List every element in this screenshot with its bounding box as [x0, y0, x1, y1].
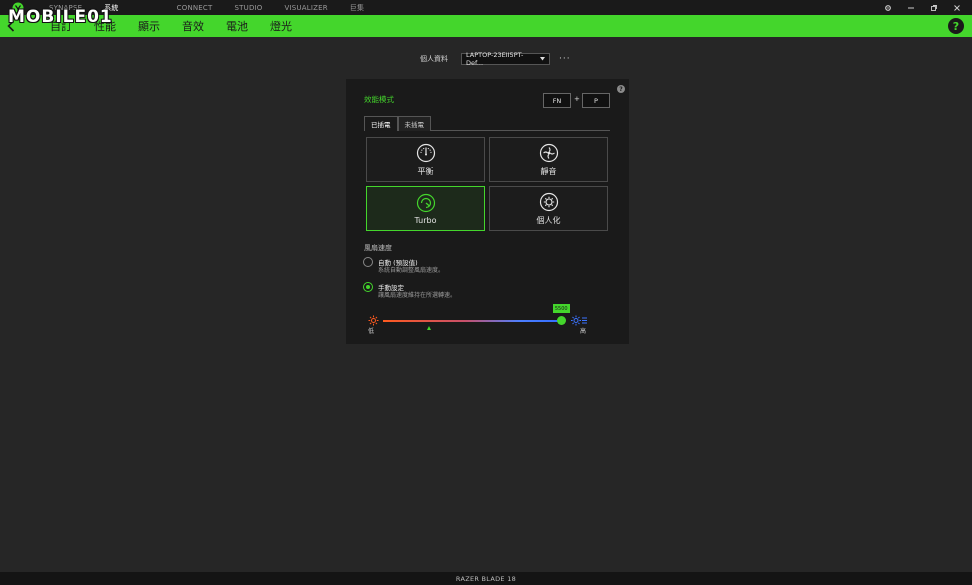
slider-marker-icon — [427, 326, 431, 330]
fan-icon — [539, 143, 558, 162]
sub-nav-bar: 自訂 性能 顯示 音效 電池 燈光 ? — [0, 15, 972, 37]
fan-speed-value: 5500 — [552, 304, 570, 313]
subnav-lighting[interactable]: 燈光 — [270, 18, 292, 34]
fan-fast-icon — [571, 315, 587, 326]
mode-custom[interactable]: 個人化 — [489, 186, 608, 231]
gauge-icon — [416, 143, 435, 162]
shortcut-key-p: P — [582, 93, 610, 108]
info-icon[interactable]: ? — [617, 85, 625, 93]
fan-manual-desc: 讓風扇速度維持在所選轉速。 — [378, 292, 457, 299]
profile-label: 個人資料 — [420, 54, 448, 63]
settings-gear-icon[interactable] — [883, 3, 893, 13]
profile-dropdown[interactable]: LAPTOP-23EII5PT-Def... — [461, 50, 550, 67]
mode-label: 靜音 — [540, 166, 557, 176]
close-icon[interactable] — [952, 3, 962, 13]
gear-icon — [539, 192, 558, 211]
window-controls — [870, 0, 962, 15]
device-name: RAZER BLADE 18 — [455, 574, 517, 583]
profile-row: 個人資料 LAPTOP-23EII5PT-Def... ··· — [420, 50, 571, 67]
mode-balanced[interactable]: 平衡 — [366, 137, 485, 182]
power-tabs: 已插電 未插電 — [364, 116, 610, 131]
chevron-down-icon — [540, 56, 545, 60]
fan-speed-title: 風扇速度 — [364, 244, 392, 252]
panel-title: 效能模式 — [364, 95, 394, 104]
shortcut-plus: + — [574, 95, 580, 103]
fan-low-label: 低 — [368, 328, 375, 335]
mode-label: 平衡 — [417, 166, 434, 176]
turbo-icon — [416, 193, 435, 212]
tab-plugged-in[interactable]: 已插電 — [364, 116, 398, 131]
topnav-macro[interactable]: 巨集 — [350, 3, 364, 13]
fan-speed-slider-track[interactable] — [383, 320, 565, 322]
fan-manual-radio[interactable] — [363, 282, 373, 292]
mode-silent[interactable]: 靜音 — [489, 137, 608, 182]
subnav-display[interactable]: 顯示 — [138, 18, 160, 34]
mode-label: 個人化 — [536, 215, 561, 225]
fan-slow-icon — [368, 315, 379, 326]
mode-turbo[interactable]: Turbo — [366, 186, 485, 231]
fan-auto-desc: 系統自動調整風扇速度。 — [378, 267, 445, 274]
shortcut-key-fn: FN — [543, 93, 571, 108]
performance-panel: 效能模式 ? FN + P 已插電 未插電 平衡 靜音 Turbo 個人化 風扇… — [346, 79, 629, 344]
fan-speed-slider-handle[interactable] — [556, 316, 566, 325]
device-footer: RAZER BLADE 18 — [0, 572, 972, 585]
watermark-text: MOBILE01 — [8, 7, 113, 27]
help-button[interactable]: ? — [948, 18, 964, 34]
watermark-logo: MOBILE01 — [8, 5, 113, 29]
fan-high-label: 高 — [580, 328, 587, 335]
mode-label: Turbo — [414, 215, 437, 225]
more-options-button[interactable]: ··· — [559, 54, 571, 64]
minimize-icon[interactable] — [906, 3, 916, 13]
top-bar: SYNAPSE 系統 CONNECT STUDIO VISUALIZER 巨集 — [0, 0, 972, 15]
subnav-audio[interactable]: 音效 — [182, 18, 204, 34]
topnav-visualizer[interactable]: VISUALIZER — [285, 4, 328, 12]
topnav-connect[interactable]: CONNECT — [177, 4, 213, 12]
restore-icon[interactable] — [929, 3, 939, 13]
topnav-studio[interactable]: STUDIO — [235, 4, 263, 12]
tab-on-battery[interactable]: 未插電 — [397, 116, 431, 131]
fan-auto-radio[interactable] — [363, 257, 373, 267]
profile-value: LAPTOP-23EII5PT-Def... — [466, 50, 524, 67]
subnav-battery[interactable]: 電池 — [226, 18, 248, 34]
